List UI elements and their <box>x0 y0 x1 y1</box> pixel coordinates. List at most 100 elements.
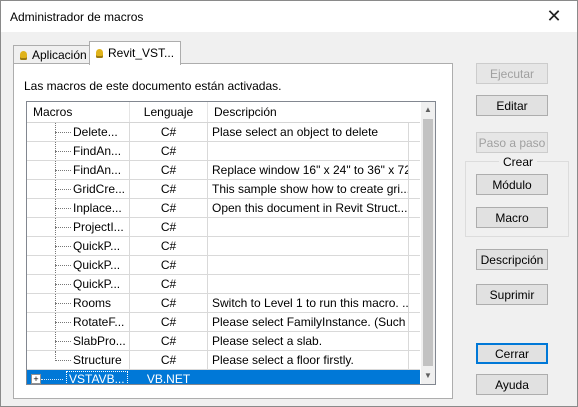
macro-name-cell: RotateF... <box>27 313 130 331</box>
table-row[interactable]: FindAn... C# Replace window 16" x 24" to 3… <box>27 161 420 180</box>
macro-description: Open this document in Revit Struct... <box>208 199 409 217</box>
macro-description <box>208 142 409 160</box>
macro-name-cell: QuickP... <box>27 275 130 293</box>
macro-name-cell: QuickP... <box>27 237 130 255</box>
macro-language: C# <box>130 256 208 274</box>
macro-language: C# <box>130 351 208 369</box>
help-button[interactable]: Ayuda <box>476 374 548 395</box>
table-row[interactable]: FindAn... C# <box>27 142 420 161</box>
macro-description: This sample show how to create gri... <box>208 180 409 198</box>
macro-name-cell: GridCre... <box>27 180 130 198</box>
macro-name: Delete... <box>73 125 118 139</box>
macro-language: C# <box>130 180 208 198</box>
delete-button[interactable]: Suprimir <box>476 284 548 305</box>
macro-name: SlabPro... <box>73 334 126 348</box>
table-row[interactable]: Inplace... C# Open this document in Revit … <box>27 199 420 218</box>
macro-name: QuickP... <box>73 277 121 291</box>
table-row[interactable]: QuickP... C# <box>27 237 420 256</box>
table-row[interactable]: ProjectI... C# <box>27 218 420 237</box>
column-header-lenguaje[interactable]: Lenguaje <box>130 102 208 122</box>
macro-language: C# <box>130 332 208 350</box>
macro-name-cell: + VSTAVB... <box>27 370 130 385</box>
macro-description: Please select a slab. <box>208 332 409 350</box>
tab-aplicacion[interactable]: Aplicación <box>13 45 94 64</box>
table-row[interactable]: Rooms C# Switch to Level 1 to run this mac… <box>27 294 420 313</box>
macro-name-cell: FindAn... <box>27 161 130 179</box>
macro-name: ProjectI... <box>73 220 124 234</box>
macro-description <box>208 218 409 236</box>
table-row[interactable]: Delete... C# Plase select an object to del… <box>27 123 420 142</box>
edit-button[interactable]: Editar <box>476 95 548 116</box>
macro-name: Rooms <box>73 296 112 310</box>
macro-language: C# <box>130 237 208 255</box>
macro-name-cell: ProjectI... <box>27 218 130 236</box>
close-dialog-button[interactable]: Cerrar <box>476 343 548 364</box>
macro-name-cell: SlabPro... <box>27 332 130 350</box>
column-header-descripcion[interactable]: Descripción <box>208 102 420 122</box>
macro-language: C# <box>130 161 208 179</box>
macro-status-text: Las macros de este documento están activ… <box>24 79 282 93</box>
module-button[interactable]: Módulo <box>476 174 548 195</box>
table-row[interactable]: Structure C# Please select a floor firstly… <box>27 351 420 370</box>
macro-name-cell: Delete... <box>27 123 130 141</box>
step-button[interactable]: Paso a paso <box>476 132 548 153</box>
table-row[interactable]: GridCre... C# This sample show how to crea… <box>27 180 420 199</box>
macro-name: RotateF... <box>73 315 125 329</box>
tab-label: Revit_VST... <box>108 46 175 60</box>
macro-name: Structure <box>73 353 122 367</box>
macro-description: Please select a floor firstly. <box>208 351 409 369</box>
macro-name: Inplace... <box>73 201 122 215</box>
macro-list[interactable]: Macros Lenguaje Descripción Delete... C# P… <box>26 101 436 385</box>
vertical-scrollbar[interactable]: ▲ ▼ <box>421 102 435 384</box>
close-button[interactable]: ✕ <box>531 1 577 32</box>
macro-name-cell: Structure <box>27 351 130 369</box>
macro-description <box>208 370 409 384</box>
table-row-selected[interactable]: + VSTAVB... VB.NET <box>27 370 420 385</box>
macro-language: VB.NET <box>130 370 208 384</box>
tab-panel: Las macros de este documento están activ… <box>13 63 453 399</box>
lightbulb-icon <box>96 49 103 58</box>
macro-description: Switch to Level 1 to run this macro. ... <box>208 294 409 312</box>
macro-name: VSTAVB... <box>66 371 128 385</box>
macro-description: Replace window 16" x 24" to 36" x 72" <box>208 161 409 179</box>
macro-name-cell: QuickP... <box>27 256 130 274</box>
macro-rows: Delete... C# Plase select an object to del… <box>27 123 420 385</box>
column-header-macros[interactable]: Macros <box>27 102 130 122</box>
macro-description: Please select FamilyInstance. (Such ... <box>208 313 409 331</box>
run-button[interactable]: Ejecutar <box>476 63 548 84</box>
macro-language: C# <box>130 199 208 217</box>
scroll-up-icon[interactable]: ▲ <box>421 102 435 118</box>
expand-toggle-icon[interactable]: + <box>31 374 41 384</box>
macro-name: QuickP... <box>73 258 121 272</box>
macro-language: C# <box>130 218 208 236</box>
macro-name-cell: Rooms <box>27 294 130 312</box>
macro-description <box>208 275 409 293</box>
macro-language: C# <box>130 275 208 293</box>
scroll-down-icon[interactable]: ▼ <box>421 368 435 384</box>
macro-language: C# <box>130 294 208 312</box>
macro-button[interactable]: Macro <box>476 207 548 228</box>
scrollbar-thumb[interactable] <box>423 119 433 366</box>
title-bar: Administrador de macros ✕ <box>1 1 577 32</box>
macro-language: C# <box>130 313 208 331</box>
tab-label: Aplicación <box>32 48 87 62</box>
macro-name: QuickP... <box>73 239 121 253</box>
macro-name-cell: FindAn... <box>27 142 130 160</box>
table-row[interactable]: QuickP... C# <box>27 256 420 275</box>
create-group-label: Crear <box>499 155 538 169</box>
lightbulb-icon <box>20 51 27 60</box>
macro-language: C# <box>130 142 208 160</box>
macro-name-cell: Inplace... <box>27 199 130 217</box>
macro-description: Plase select an object to delete <box>208 123 409 141</box>
macro-description <box>208 237 409 255</box>
table-row[interactable]: QuickP... C# <box>27 275 420 294</box>
table-row[interactable]: RotateF... C# Please select FamilyInstance… <box>27 313 420 332</box>
tab-revit-vst[interactable]: Revit_VST... <box>89 41 182 65</box>
macro-manager-dialog: Administrador de macros ✕ Aplicación Rev… <box>0 0 578 407</box>
macro-name: GridCre... <box>73 182 126 196</box>
column-header-row: Macros Lenguaje Descripción <box>27 102 420 123</box>
description-button[interactable]: Descripción <box>476 249 548 270</box>
window-title: Administrador de macros <box>10 10 144 24</box>
table-row[interactable]: SlabPro... C# Please select a slab. <box>27 332 420 351</box>
macro-name: FindAn... <box>73 163 122 177</box>
